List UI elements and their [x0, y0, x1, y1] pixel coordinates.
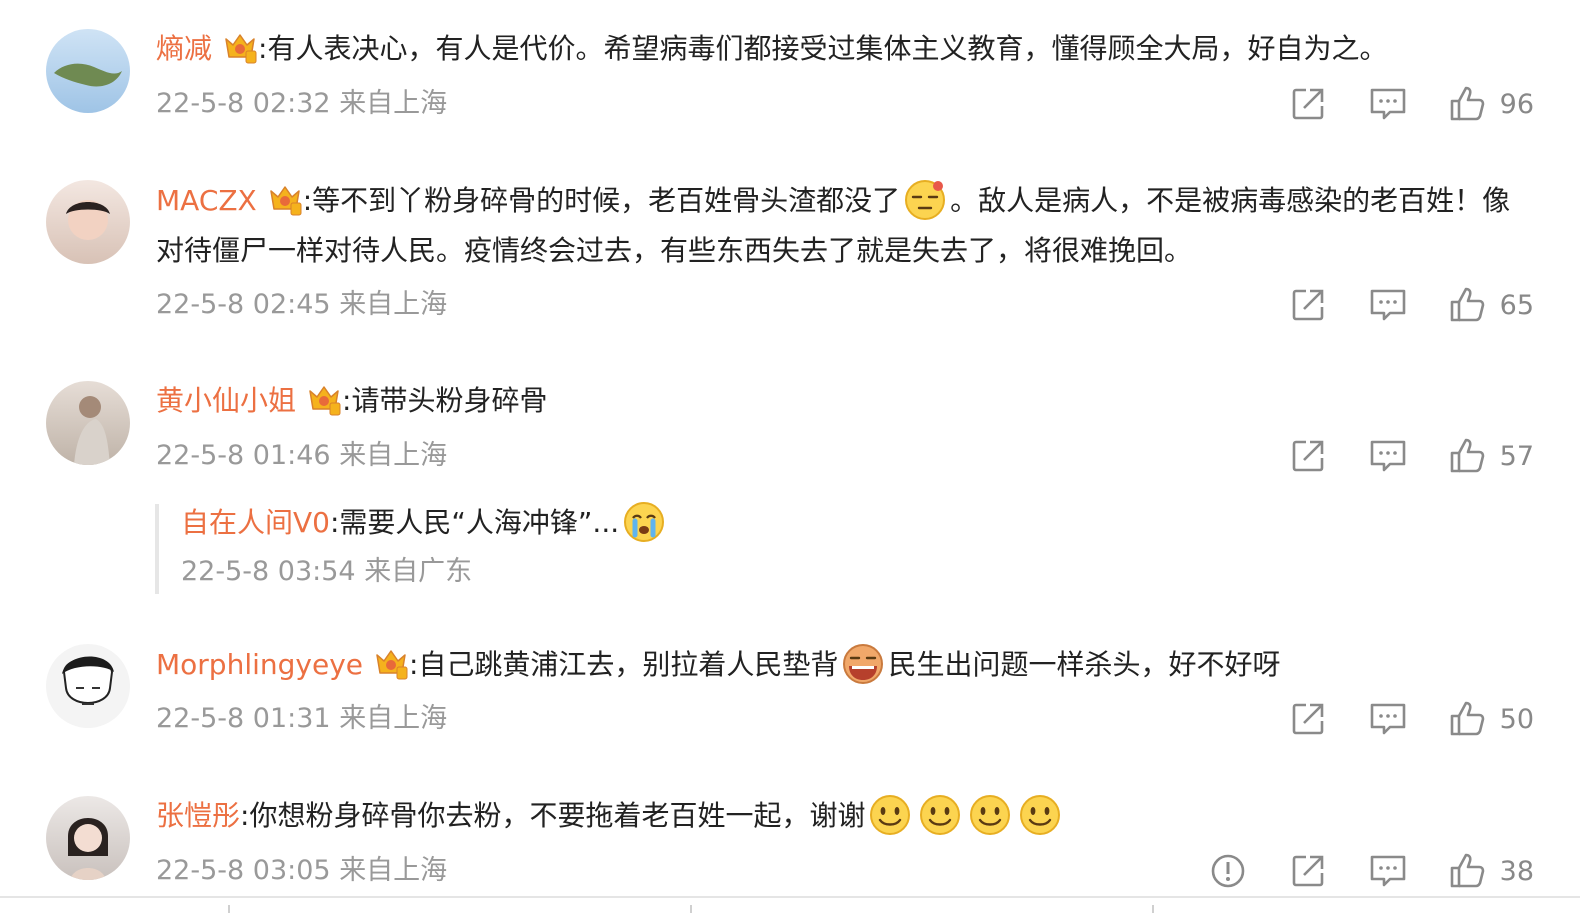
reply-body: 自在人间V0:需要人民“人海冲锋”... — [159, 498, 1359, 548]
report-icon[interactable] — [1208, 851, 1248, 891]
avatar[interactable] — [46, 180, 130, 264]
comment-text: :自己跳黄浦江去，别拉着人民垫背 — [409, 648, 839, 681]
timestamp: 22-5-8 02:32 — [156, 88, 331, 119]
action-bar: 65 — [1288, 285, 1534, 325]
share-icon[interactable] — [1288, 285, 1328, 325]
comment-icon[interactable] — [1368, 436, 1408, 476]
like-count: 57 — [1499, 440, 1534, 472]
comment-body: 黄小仙小姐 :请带头粉身碎骨 — [156, 376, 1520, 426]
crown-badge-icon — [373, 645, 409, 681]
sleepy-emoji-icon — [903, 178, 947, 222]
thumbs-up-icon[interactable] — [1448, 84, 1488, 124]
divider-tick — [690, 905, 692, 913]
crown-badge-icon — [306, 381, 342, 417]
reply-username-link[interactable]: 自在人间V0 — [181, 506, 330, 539]
crown-badge-icon — [222, 29, 258, 65]
like-count: 65 — [1499, 289, 1534, 321]
comment-text: 民生出问题一样杀头，好不好呀 — [888, 648, 1281, 681]
share-icon[interactable] — [1288, 699, 1328, 739]
reply-block: 自在人间V0:需要人民“人海冲锋”... 22-5-8 03:54 来自广东 — [155, 504, 1359, 594]
location: 来自上海 — [339, 440, 448, 471]
action-bar: 50 — [1288, 699, 1534, 739]
divider — [0, 896, 1580, 898]
comment-body: 张愷彤:你想粉身碎骨你去粉，不要拖着老百姓一起，谢谢 — [156, 791, 1520, 841]
timestamp: 22-5-8 02:45 — [156, 289, 331, 320]
thumbs-up-icon[interactable] — [1448, 436, 1488, 476]
location: 来自上海 — [339, 855, 448, 886]
timestamp: 22-5-8 03:54 — [181, 556, 356, 587]
username-link[interactable]: 张愷彤 — [156, 799, 240, 832]
divider-tick — [1152, 905, 1154, 913]
avatar[interactable] — [46, 796, 130, 880]
reply-text: :需要人民“人海冲锋”... — [329, 506, 620, 539]
action-bar: 57 — [1288, 436, 1534, 476]
comment-meta: 22-5-8 02:32 来自上海 — [156, 84, 447, 124]
comment-text: :有人表决心，有人是代价。希望病毒们都接受过集体主义教育，懂得顾全大局，好自为之… — [258, 32, 1388, 65]
timestamp: 22-5-8 01:31 — [156, 703, 331, 734]
comment-text: :请带头粉身碎骨 — [342, 384, 548, 417]
like-count: 50 — [1499, 703, 1534, 735]
thumbs-up-icon[interactable] — [1448, 851, 1488, 891]
reply-meta: 22-5-8 03:54 来自广东 — [159, 552, 1359, 592]
comment-meta: 22-5-8 01:31 来自上海 — [156, 699, 447, 739]
comment-icon[interactable] — [1368, 699, 1408, 739]
crying-emoji-icon — [622, 500, 666, 544]
action-bar: 96 — [1288, 84, 1534, 124]
comment-text: :你想粉身碎骨你去粉，不要拖着老百姓一起，谢谢 — [240, 799, 866, 832]
like-count: 38 — [1499, 855, 1534, 887]
comment-icon[interactable] — [1368, 84, 1408, 124]
username-link[interactable]: 熵减 — [156, 32, 212, 65]
location: 来自上海 — [339, 289, 448, 320]
divider-tick — [228, 905, 230, 913]
comment-body: Morphlingyeye :自己跳黄浦江去，别拉着人民垫背 民生出问题一样杀头，好… — [156, 640, 1520, 690]
location: 来自上海 — [339, 88, 448, 119]
comment-text: :等不到丫粉身碎骨的时候，老百姓骨头渣都没了 — [302, 184, 901, 217]
location: 来自上海 — [339, 703, 448, 734]
comment-body: 熵减 :有人表决心，有人是代价。希望病毒们都接受过集体主义教育，懂得顾全大局，好自… — [156, 24, 1520, 74]
crown-badge-icon — [267, 181, 303, 217]
comment-meta: 22-5-8 03:05 来自上海 — [156, 851, 447, 891]
thumbs-up-icon[interactable] — [1448, 285, 1488, 325]
timestamp: 22-5-8 01:46 — [156, 440, 331, 471]
comment-icon[interactable] — [1368, 851, 1408, 891]
timestamp: 22-5-8 03:05 — [156, 855, 331, 886]
avatar[interactable] — [46, 381, 130, 465]
avatar[interactable] — [46, 29, 130, 113]
comment-icon[interactable] — [1368, 285, 1408, 325]
like-count: 96 — [1499, 88, 1534, 120]
share-icon[interactable] — [1288, 851, 1328, 891]
location: 来自广东 — [364, 556, 473, 587]
smile-emoji-icon — [968, 793, 1012, 837]
comment-body: MACZX:等不到丫粉身碎骨的时候，老百姓骨头渣都没了 。敌人是病人，不是被病毒感… — [156, 176, 1520, 276]
username-link[interactable]: 黄小仙小姐 — [156, 384, 296, 417]
avatar[interactable] — [46, 644, 130, 728]
smile-emoji-icon — [918, 793, 962, 837]
smile-emoji-icon — [868, 793, 912, 837]
comment-meta: 22-5-8 01:46 来自上海 — [156, 436, 447, 476]
username-link[interactable]: MACZX — [156, 184, 257, 217]
laughing-emoji-icon — [841, 642, 885, 686]
share-icon[interactable] — [1288, 436, 1328, 476]
comment-meta: 22-5-8 02:45 来自上海 — [156, 285, 447, 325]
action-bar: 38 — [1208, 851, 1534, 891]
username-link[interactable]: Morphlingyeye — [156, 648, 363, 681]
thumbs-up-icon[interactable] — [1448, 699, 1488, 739]
share-icon[interactable] — [1288, 84, 1328, 124]
smile-emoji-icon — [1018, 793, 1062, 837]
